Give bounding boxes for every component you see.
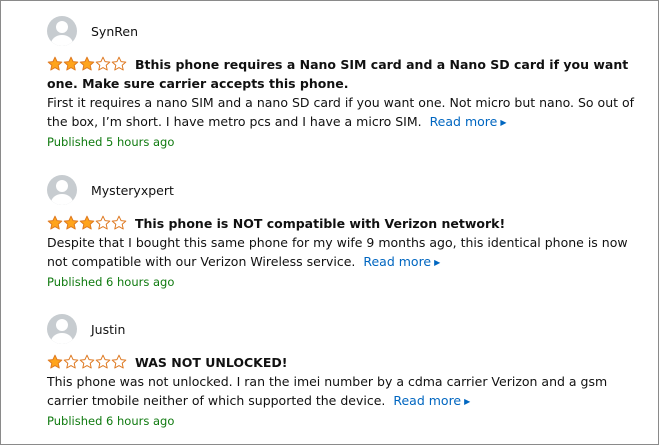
star-empty-icon [95,56,111,71]
star-filled-icon [47,215,63,230]
avatar-icon [47,16,77,46]
review-published-time: Published 5 hours ago [47,135,175,149]
avatar-icon [47,314,77,344]
read-more-link[interactable]: Read more [430,114,498,129]
review-author-name[interactable]: SynRen [91,24,138,39]
review-body-text: This phone was not unlocked. I ran the i… [47,374,608,408]
review-card: SynRen Bthis phone requires a Nano SIM c… [47,15,637,151]
review-title-row: WAS NOT UNLOCKED! [47,353,637,372]
review-body: First it requires a nano SIM and a nano … [47,93,637,132]
review-card: Justin WAS NOT UNLOCKED! This phone was … [47,313,637,430]
star-filled-icon [47,56,63,71]
star-filled-icon [63,215,79,230]
review-author-row: Mysteryxpert [47,174,637,206]
caret-right-icon: ▶ [464,397,471,406]
star-empty-icon [111,354,127,369]
star-rating[interactable] [47,215,127,231]
star-empty-icon [63,354,79,369]
star-rating[interactable] [47,56,127,72]
review-title[interactable]: Bthis phone requires a Nano SIM card and… [47,57,628,91]
review-published-time: Published 6 hours ago [47,275,175,289]
star-filled-icon [63,56,79,71]
caret-right-icon: ▶ [434,258,441,267]
review-body: Despite that I bought this same phone fo… [47,233,637,272]
review-card: Mysteryxpert This phone is NOT compatibl… [47,174,637,291]
review-title-row: Bthis phone requires a Nano SIM card and… [47,55,637,93]
star-filled-icon [47,354,63,369]
review-title-row: This phone is NOT compatible with Verizo… [47,214,637,233]
star-filled-icon [79,56,95,71]
review-body-text: First it requires a nano SIM and a nano … [47,95,635,129]
star-empty-icon [111,215,127,230]
review-author-row: SynRen [47,15,637,47]
read-more-link[interactable]: Read more [393,393,461,408]
star-empty-icon [79,354,95,369]
star-empty-icon [95,215,111,230]
star-empty-icon [95,354,111,369]
star-rating[interactable] [47,354,127,370]
star-empty-icon [111,56,127,71]
review-author-name[interactable]: Mysteryxpert [91,183,174,198]
review-body: This phone was not unlocked. I ran the i… [47,372,637,411]
review-title[interactable]: WAS NOT UNLOCKED! [135,355,287,370]
reviews-panel: SynRen Bthis phone requires a Nano SIM c… [0,0,659,445]
caret-right-icon: ▶ [500,118,507,127]
review-title[interactable]: This phone is NOT compatible with Verizo… [135,216,505,231]
star-filled-icon [79,215,95,230]
review-published-time: Published 6 hours ago [47,414,175,428]
review-body-text: Despite that I bought this same phone fo… [47,235,628,269]
read-more-link[interactable]: Read more [363,254,431,269]
avatar-icon [47,175,77,205]
review-author-row: Justin [47,313,637,345]
review-author-name[interactable]: Justin [91,322,125,337]
